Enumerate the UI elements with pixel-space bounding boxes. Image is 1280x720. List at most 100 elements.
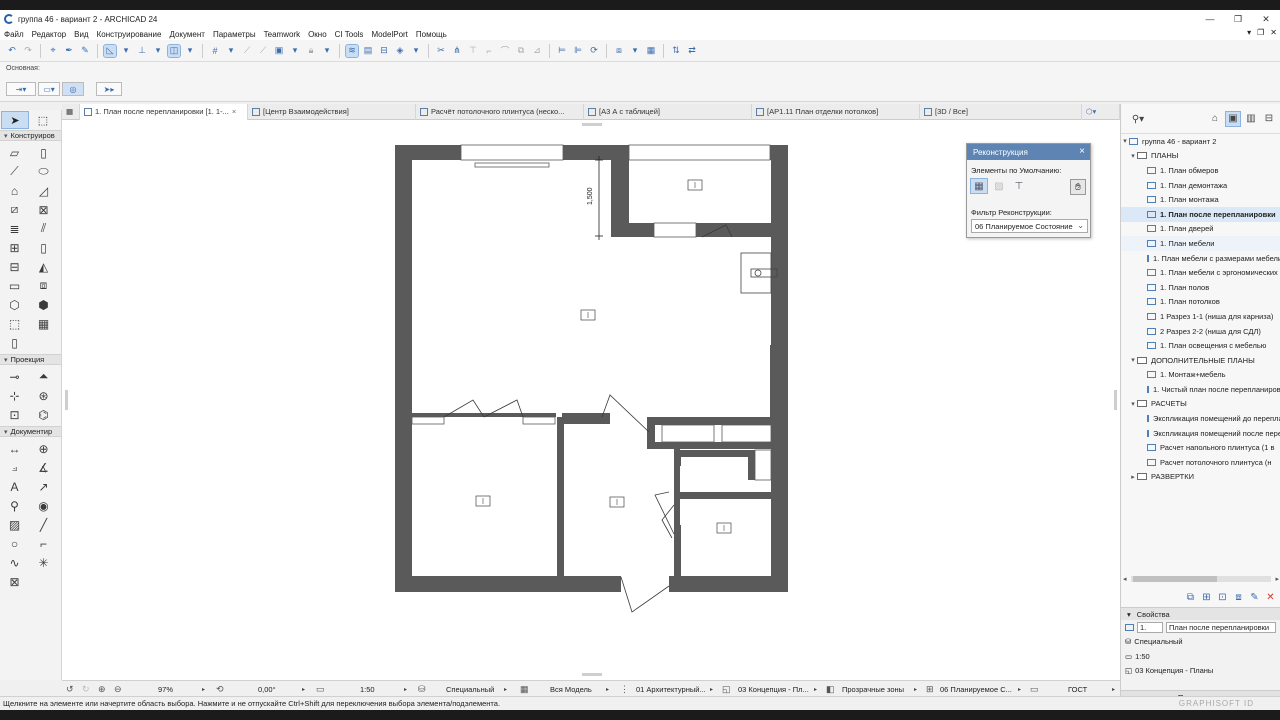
layers-icon[interactable]: ▦ [645, 45, 657, 57]
fillet-icon[interactable]: ⌒ [499, 45, 511, 57]
grid-dropdown-icon[interactable]: ▾ [225, 45, 237, 57]
publisher-icon[interactable]: ⊟ [1262, 112, 1276, 126]
tree-item[interactable]: Расчет напольного плинтуса (1 в [1121, 440, 1280, 455]
delete-icon[interactable]: ✕ [1264, 592, 1277, 603]
roof-tool-icon[interactable]: ⌂ [0, 183, 29, 198]
tree-item[interactable]: 1 Разрез 1-1 (ниша для карниза) [1121, 309, 1280, 324]
tab-overview-icon[interactable]: ▦ [62, 103, 80, 120]
tab-3d[interactable]: [3D / Все] [920, 103, 1082, 120]
align-icon[interactable]: ⊨ [556, 45, 568, 57]
scroll-thumb[interactable] [1133, 576, 1217, 582]
zoom-redo-icon[interactable]: ↻ [82, 681, 90, 697]
pick-up-parameters-icon[interactable]: ⌖ [47, 45, 59, 57]
radial-dimension-tool-icon[interactable]: ⟓ [0, 460, 29, 475]
graphic-override-arrow-icon[interactable]: ▸ [914, 681, 917, 697]
tree-item[interactable]: 1. План полов [1121, 280, 1280, 295]
hotspot-alt-tool-icon[interactable]: ✳ [29, 555, 58, 570]
morph-alt-tool-icon[interactable]: ⬢ [29, 297, 58, 312]
level-dimension-tool-icon[interactable]: ⊕ [29, 441, 58, 456]
3d-view-icon[interactable]: ◈ [394, 45, 406, 57]
gravity-dropdown-icon[interactable]: ▾ [184, 45, 196, 57]
redo-icon[interactable]: ↷ [22, 45, 34, 57]
menu-file[interactable]: Файл [4, 30, 24, 39]
tree-root[interactable]: ▾ группа 46 - вариант 2 [1121, 134, 1280, 149]
railing-tool-icon[interactable]: ⫽ [29, 221, 58, 236]
rotate-copy-icon[interactable]: ⟳ [588, 45, 600, 57]
tab-collaboration-center[interactable]: [Центр Взаимодействия] [248, 103, 416, 120]
snap-dropdown-icon[interactable]: ▾ [152, 45, 164, 57]
existing-status-icon[interactable]: ▦ [970, 178, 988, 194]
selection-method-icon[interactable]: ⇥▾ [6, 82, 36, 96]
circle-tool-icon[interactable]: ○ [0, 536, 29, 551]
distribute-icon[interactable]: ⊫ [572, 45, 584, 57]
close-icon[interactable]: × [1079, 146, 1085, 157]
new-status-icon[interactable]: ⊤ [1011, 179, 1027, 193]
beam-tool-icon[interactable]: ⟋ [0, 164, 29, 179]
scale-arrow-icon[interactable]: ▸ [404, 681, 407, 697]
layer-value[interactable]: 01 Архитектурный... [636, 681, 706, 697]
tree-item[interactable]: 1. План обмеров [1121, 163, 1280, 178]
restore-button[interactable]: ❐ [1224, 10, 1252, 28]
door-tool-icon[interactable]: ▯ [29, 240, 58, 255]
object-tool-icon[interactable]: ⊟ [0, 259, 29, 274]
detail-tool-icon[interactable]: ⊡ [0, 407, 29, 422]
spline-tool-icon[interactable]: ∿ [0, 555, 29, 570]
graphic-override-value[interactable]: Прозрачные зоны [842, 681, 904, 697]
dimension-standard-value[interactable]: ГОСТ [1068, 681, 1087, 697]
zone-tool-icon[interactable]: ▭ [0, 278, 29, 293]
line-tool-icon[interactable]: ╱ [29, 517, 58, 532]
dimension-tool-icon[interactable]: ↔ [0, 441, 29, 456]
zoom-out-icon[interactable]: ⊖ [114, 681, 122, 697]
duplicate-view-icon[interactable]: ⧈ [1232, 592, 1245, 603]
fill-tool-icon[interactable]: ▨ [0, 517, 29, 532]
mesh-tool-icon[interactable]: ⧈ [29, 278, 58, 293]
scale-value[interactable]: 1:50 [360, 681, 375, 697]
window-tool-icon[interactable]: ⊞ [0, 240, 29, 255]
minimize-button[interactable]: — [1196, 10, 1224, 28]
worksheet-tool-icon[interactable]: ⊛ [29, 388, 58, 403]
menu-modelport[interactable]: ModelPort [371, 30, 407, 39]
tree-item-selected[interactable]: 1. План после перепланировки [1121, 206, 1280, 222]
rotation-value[interactable]: 0,00° [258, 681, 276, 697]
tree-item[interactable]: 1. Монтаж+мебель [1121, 368, 1280, 383]
demolish-status-icon[interactable]: ▨ [991, 179, 1007, 193]
tree-item[interactable]: 1. Чистый план после перепланировки [1121, 382, 1280, 397]
properties-header[interactable]: Свойства [1121, 608, 1280, 620]
section-tool-icon[interactable]: ⊸ [0, 369, 29, 384]
graphisoft-id-logo[interactable]: GRAPHISOFT ID [1179, 699, 1254, 708]
tab-a3-layout[interactable]: [А3 А с таблицей] [584, 103, 752, 120]
layer-arrow-icon[interactable]: ▸ [710, 681, 713, 697]
selection-area-icon[interactable]: ▭▾ [38, 82, 60, 96]
morph-tool-icon[interactable]: ⬡ [0, 297, 29, 312]
navigator-filter-icon[interactable]: ⚲▾ [1131, 112, 1145, 126]
figure-tool-icon[interactable]: ◉ [29, 498, 58, 513]
toolbox-section-documentation[interactable]: Документир [0, 426, 61, 437]
document-close-button[interactable]: ✕ [1270, 28, 1277, 37]
grid-snap-icon[interactable]: # [209, 45, 221, 57]
slab-tool-icon[interactable]: ⬭ [29, 164, 58, 179]
interior-elevation-tool-icon[interactable]: ⊹ [0, 388, 29, 403]
guide-line-icon[interactable]: ◺ [103, 43, 117, 58]
floor-plan-canvas[interactable]: 1,500 [62, 120, 1120, 680]
scroll-right-icon[interactable]: ▸ [1275, 575, 1279, 583]
menu-design[interactable]: Конструирование [97, 30, 162, 39]
gravity-icon[interactable]: ◫ [167, 43, 181, 58]
column-tool-icon[interactable]: ▯ [29, 145, 58, 160]
menu-view[interactable]: Вид [74, 30, 88, 39]
3d-dropdown-icon[interactable]: ▾ [410, 45, 422, 57]
model-view-value[interactable]: Вся Модель [550, 681, 592, 697]
cube-tool-icon[interactable]: ⬚ [0, 316, 29, 331]
zoom-value[interactable]: 97% [158, 681, 173, 697]
scissors-icon[interactable]: ✂ [435, 45, 447, 57]
tree-item[interactable]: Расчет потолочного плинтуса (н [1121, 455, 1280, 470]
menu-options[interactable]: Параметры [213, 30, 256, 39]
explode-icon[interactable]: ⊿ [531, 45, 543, 57]
tree-folder-extra[interactable]: ▾ ДОПОЛНИТЕЛЬНЫЕ ПЛАНЫ [1121, 353, 1280, 368]
tab-floor-plan[interactable]: 1. План после перепланировки [1. 1-... × [80, 103, 248, 120]
model-view-arrow-icon[interactable]: ▸ [606, 681, 609, 697]
toolbox-section-construct[interactable]: Конструиров [0, 130, 61, 141]
tree-item[interactable]: 1. План освещения с мебелью [1121, 338, 1280, 353]
camera-tool-icon[interactable]: ⌬ [29, 407, 58, 422]
polyline-tool-icon[interactable]: ⌐ [29, 536, 58, 551]
menu-teamwork[interactable]: Teamwork [264, 30, 300, 39]
